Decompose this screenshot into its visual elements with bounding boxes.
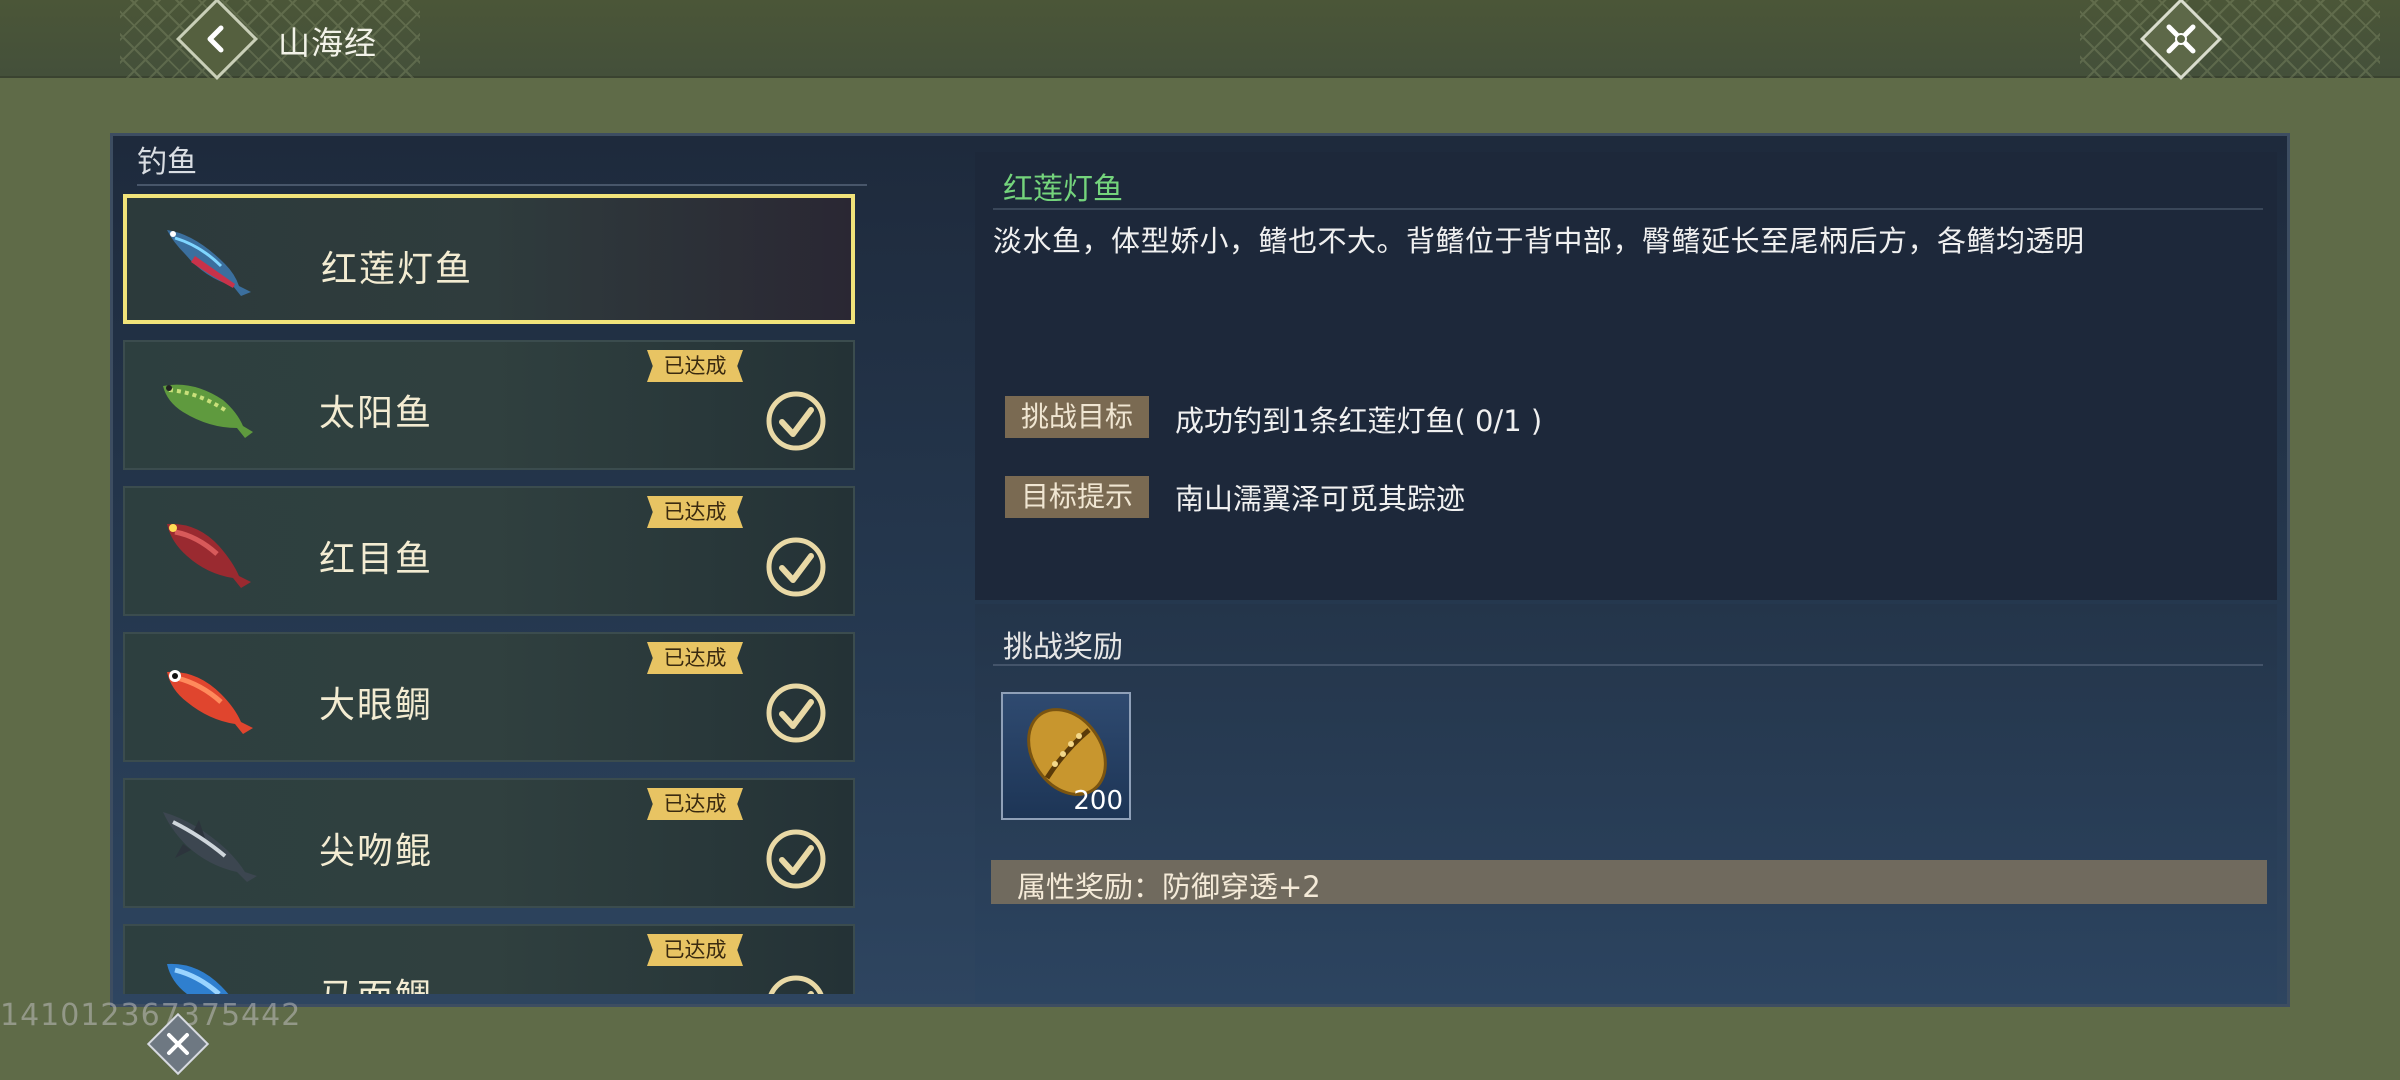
detail-description: 淡水鱼，体型娇小，鳍也不大。背鳍位于背中部，臀鳍延长至尾柄后方，各鳍均透明 — [993, 224, 2085, 258]
divider — [993, 208, 2263, 210]
hint-label: 目标提示 — [1005, 476, 1149, 518]
fish-item[interactable]: 马面鲷 已达成 — [123, 924, 855, 994]
reward-quantity: 200 — [1073, 786, 1123, 816]
fish-list[interactable]: 红莲灯鱼 太阳鱼 已达成 红目鱼 已达成 大眼鲷 已达成 尖吻鲲 已达成 已达成 — [123, 194, 855, 994]
fish-name: 红莲灯鱼 — [321, 249, 474, 290]
fish-name: 马面鲷 — [319, 968, 433, 994]
redeye-fish-icon — [167, 523, 251, 588]
fish-item[interactable]: 大眼鲷 已达成 — [123, 632, 855, 762]
reward-item[interactable]: 200 — [1001, 692, 1131, 820]
fish-name: 太阳鱼 — [319, 393, 434, 434]
close-icon — [2166, 24, 2196, 54]
crossed-swords-icon — [167, 1033, 189, 1055]
fish-item[interactable]: 红目鱼 已达成 — [123, 486, 855, 616]
check-circle-icon — [766, 683, 826, 743]
achieved-badge: 已达成 — [647, 934, 743, 966]
attribute-bonus-bar: 属性奖励：防御穿透+2 — [991, 860, 2267, 904]
fish-item-selected[interactable]: 红莲灯鱼 — [123, 194, 855, 324]
attribute-bonus-text: 属性奖励：防御穿透+2 — [1017, 870, 1321, 904]
fish-item[interactable]: 尖吻鲲 已达成 — [123, 778, 855, 908]
chevron-left-icon — [207, 25, 224, 53]
divider — [993, 664, 2263, 666]
check-circle-icon — [766, 537, 826, 597]
watermark: 141012367375442 — [0, 998, 302, 1033]
page-title: 山海经 — [278, 24, 378, 62]
fish-name: 尖吻鲲 — [319, 831, 434, 872]
achieved-badge: 已达成 — [647, 788, 743, 820]
top-bar: 山海经 — [0, 0, 2400, 81]
sunfish-icon — [163, 384, 253, 438]
fish-name: 红目鱼 — [319, 539, 434, 580]
blue-fish-icon — [167, 963, 229, 994]
check-circle-icon — [766, 391, 826, 451]
goal-label: 挑战目标 — [1005, 396, 1149, 438]
check-circle-icon — [768, 975, 824, 994]
neon-fish-icon — [167, 230, 251, 296]
topbar-pattern-right — [2080, 0, 2380, 78]
list-header-label: 钓鱼 — [137, 145, 197, 180]
bigeye-fish-icon — [167, 670, 253, 734]
main-panel: 钓鱼 红莲灯鱼 太阳鱼 已达成 红目鱼 已达成 大眼鲷 已达成 尖吻鲲 已达成 … — [110, 133, 2290, 1007]
fish-detail: 红莲灯鱼 淡水鱼，体型娇小，鳍也不大。背鳍位于背中部，臀鳍延长至尾柄后方，各鳍均… — [975, 152, 2277, 600]
fish-item[interactable]: 太阳鱼 已达成 — [123, 340, 855, 470]
achieved-badge: 已达成 — [647, 496, 743, 528]
hint-value: 南山濡翼泽可觅其踪迹 — [1175, 482, 1466, 516]
goal-value: 成功钓到1条红莲灯鱼( 0/1 ) — [1175, 404, 1543, 438]
reward-section: 挑战奖励 200 属性奖励：防御穿透+2 — [975, 604, 2277, 1002]
check-circle-icon — [766, 829, 826, 889]
list-header: 钓鱼 — [137, 142, 867, 186]
reward-title: 挑战奖励 — [1003, 630, 1123, 665]
shark-icon — [163, 812, 257, 882]
detail-title: 红莲灯鱼 — [1003, 172, 1123, 207]
achieved-badge: 已达成 — [647, 350, 743, 382]
fish-name: 大眼鲷 — [319, 685, 434, 726]
achieved-badge: 已达成 — [647, 642, 743, 674]
